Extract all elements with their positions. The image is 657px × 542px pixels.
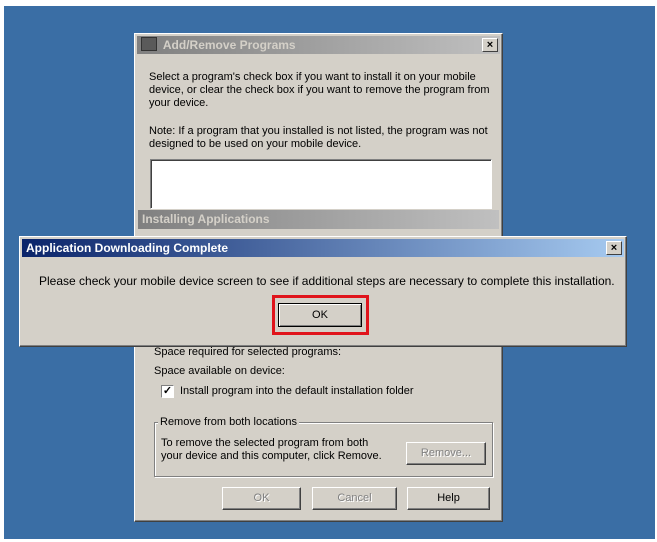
installing-applications-bar: Installing Applications: [138, 210, 499, 229]
installing-applications-title: Installing Applications: [142, 212, 270, 226]
programs-icon: [141, 37, 157, 51]
cancel-button[interactable]: Cancel: [312, 487, 397, 510]
program-list[interactable]: [150, 159, 492, 209]
ok-button[interactable]: OK: [222, 487, 301, 510]
install-default-folder-label[interactable]: Install program into the default install…: [180, 385, 414, 398]
dialog-message: Please check your mobile device screen t…: [39, 274, 615, 288]
space-required-label: Space required for selected programs:: [154, 346, 342, 358]
add-remove-title-bar: Add/Remove Programs ×: [137, 36, 500, 54]
intro-text: Select a program's check box if you want…: [149, 71, 490, 109]
remove-button[interactable]: Remove...: [406, 442, 486, 465]
close-icon[interactable]: ×: [606, 241, 622, 255]
dialog-ok-button[interactable]: OK: [278, 303, 362, 327]
add-remove-title: Add/Remove Programs: [162, 38, 296, 52]
download-complete-dialog: Application Downloading Complete × Pleas…: [19, 236, 627, 347]
help-button[interactable]: Help: [407, 487, 490, 510]
dialog-title: Application Downloading Complete: [26, 241, 228, 255]
space-available-label: Space available on device:: [154, 365, 285, 377]
remove-group-text: To remove the selected program from both…: [161, 437, 382, 462]
install-default-folder-checkbox[interactable]: ✓: [161, 385, 174, 398]
close-icon[interactable]: ×: [482, 38, 498, 52]
dialog-title-bar: Application Downloading Complete ×: [22, 239, 624, 257]
note-text: Note: If a program that you installed is…: [149, 125, 488, 150]
remove-group-title: Remove from both locations: [158, 416, 299, 429]
